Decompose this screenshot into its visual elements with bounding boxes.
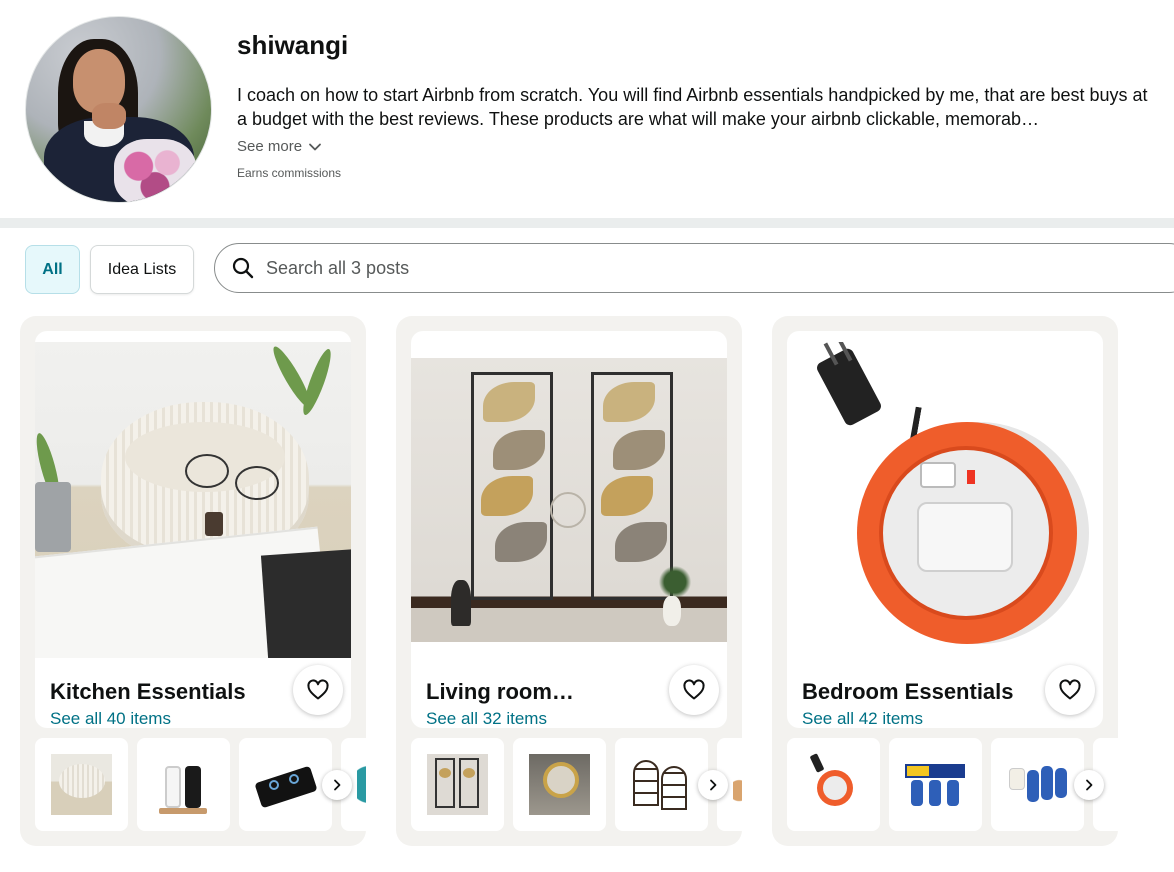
search-bar[interactable]: [214, 243, 1174, 293]
save-button[interactable]: [1045, 665, 1095, 715]
product-thumbnail[interactable]: [35, 738, 128, 831]
product-thumbnail[interactable]: [787, 738, 880, 831]
see-all-items-link[interactable]: See all 42 items: [802, 709, 923, 728]
card-main[interactable]: Bedroom Essentials See all 42 items: [787, 331, 1103, 728]
profile-bio: I coach on how to start Airbnb from scra…: [237, 85, 1148, 129]
product-thumbnail[interactable]: [615, 738, 708, 831]
chevron-right-icon: [710, 779, 717, 791]
card-title[interactable]: Living room…: [426, 679, 574, 705]
card-title[interactable]: Bedroom Essentials: [802, 679, 1014, 705]
thumbnail-strip: [411, 738, 742, 831]
idea-list-card[interactable]: Living room… See all 32 items: [396, 316, 742, 846]
product-thumbnail[interactable]: [991, 738, 1084, 831]
thumbnail-strip: [787, 738, 1118, 831]
save-button[interactable]: [293, 665, 343, 715]
heart-outline-icon: [1059, 679, 1081, 700]
thumbnail-next-button[interactable]: [1074, 770, 1104, 800]
profile-name: shiwangi: [237, 30, 349, 60]
save-button[interactable]: [669, 665, 719, 715]
product-thumbnail[interactable]: [513, 738, 606, 831]
see-all-items-link[interactable]: See all 40 items: [50, 709, 171, 728]
product-thumbnail[interactable]: [411, 738, 504, 831]
card-main[interactable]: Living room… See all 32 items: [411, 331, 727, 728]
heart-outline-icon: [307, 679, 329, 700]
card-image[interactable]: [787, 342, 1103, 658]
chevron-right-icon: [334, 779, 341, 791]
thumbnail-next-button[interactable]: [698, 770, 728, 800]
profile-avatar[interactable]: [25, 16, 212, 203]
idea-list-card[interactable]: Kitchen Essentials See all 40 items: [20, 316, 366, 846]
thumbnail-strip: [35, 738, 366, 831]
see-more-label: See more: [237, 138, 303, 155]
product-thumbnail[interactable]: [137, 738, 230, 831]
earns-commissions-label: Earns commissions: [237, 166, 342, 180]
product-thumbnail[interactable]: [889, 738, 982, 831]
see-more-button[interactable]: See more: [237, 138, 322, 155]
idea-list-card[interactable]: Bedroom Essentials See all 42 items: [772, 316, 1118, 846]
search-icon: [232, 257, 254, 279]
filter-all-button[interactable]: All: [25, 245, 80, 294]
see-all-items-link[interactable]: See all 32 items: [426, 709, 547, 728]
filter-idea-lists-button[interactable]: Idea Lists: [90, 245, 194, 294]
card-title[interactable]: Kitchen Essentials: [50, 679, 246, 705]
section-divider: [0, 218, 1174, 228]
card-image[interactable]: [35, 342, 351, 658]
profile-header: shiwangi I coach on how to start Airbnb …: [0, 0, 1174, 218]
search-input[interactable]: [266, 257, 966, 279]
chevron-down-icon: [309, 143, 321, 150]
product-thumbnail[interactable]: [239, 738, 332, 831]
card-main[interactable]: Kitchen Essentials See all 40 items: [35, 331, 351, 728]
card-image[interactable]: [411, 358, 727, 642]
chevron-right-icon: [1086, 779, 1093, 791]
thumbnail-next-button[interactable]: [322, 770, 352, 800]
heart-outline-icon: [683, 679, 705, 700]
